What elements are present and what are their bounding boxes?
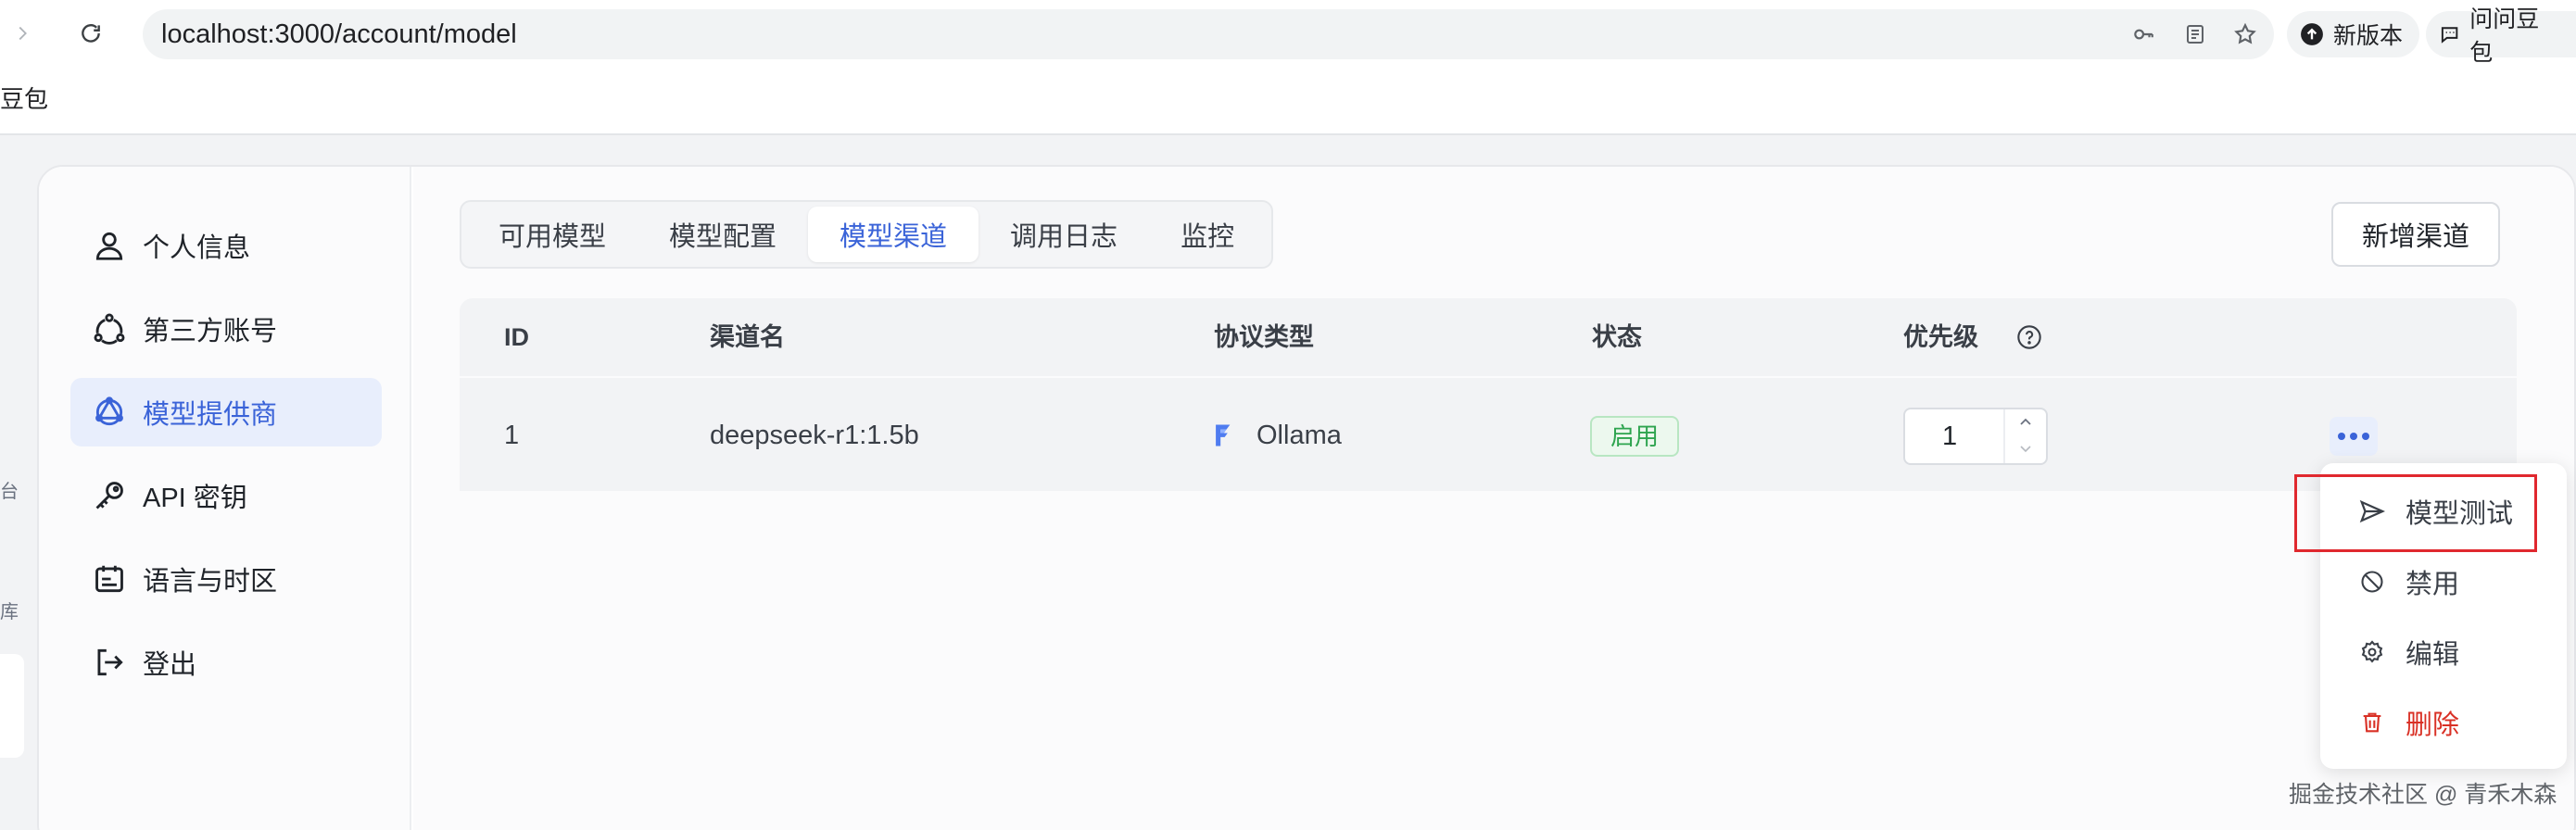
chevron-up-icon[interactable]: [2016, 413, 2035, 432]
tab-model-channels[interactable]: 模型渠道: [808, 207, 979, 262]
calendar-icon: [91, 560, 128, 597]
edge-card-fragment: [0, 654, 24, 758]
sidebar-item-api-key[interactable]: API 密钥: [70, 461, 382, 530]
sidebar-item-label: 模型提供商: [143, 400, 278, 430]
sidebar-item-model-provider[interactable]: 模型提供商: [70, 378, 382, 446]
tab-model-config[interactable]: 模型配置: [638, 207, 808, 262]
column-header-id: ID: [504, 323, 529, 351]
menu-item-delete[interactable]: 删除: [2357, 695, 2459, 750]
menu-item-label: 编辑: [2406, 640, 2460, 670]
browser-toolbar: localhost:3000/account/model 新版本 问问豆包: [0, 0, 2576, 70]
table-row: 1 deepseek-r1:1.5b Ollama 启用 1: [460, 376, 2517, 491]
sidebar-item-logout[interactable]: 登出: [70, 628, 382, 697]
ask-doubao-button[interactable]: 问问豆包: [2426, 6, 2576, 66]
status-badge: 启用: [1590, 416, 1680, 457]
reload-icon[interactable]: [70, 13, 111, 54]
sidebar-item-label: 语言与时区: [143, 567, 278, 597]
annotation-highlight-box: [2294, 474, 2537, 552]
chat-bubble-icon: [2441, 27, 2458, 44]
sidebar-item-language-timezone[interactable]: 语言与时区: [70, 545, 382, 613]
tab-monitoring[interactable]: 监控: [1149, 207, 1266, 262]
main-content: 可用模型 模型配置 模型渠道 调用日志 监控 新增渠道 ID 渠道名 协议类型 …: [413, 167, 2574, 830]
tab-available-models[interactable]: 可用模型: [467, 207, 638, 262]
sidebar-item-profile[interactable]: 个人信息: [70, 211, 382, 280]
column-header-status: 状态: [1592, 323, 1642, 351]
reader-mode-icon[interactable]: [2181, 20, 2209, 48]
more-actions-button[interactable]: [2330, 417, 2378, 456]
cell-protocol: Ollama: [1256, 421, 1342, 450]
trash-icon: [2357, 708, 2387, 737]
edge-text-fragment: 台: [0, 482, 19, 502]
ollama-icon: [1212, 422, 1236, 453]
cell-id: 1: [504, 421, 520, 450]
help-circle-icon[interactable]: [2016, 324, 2042, 355]
new-version-label: 新版本: [2333, 23, 2404, 49]
add-channel-button[interactable]: 新增渠道: [2331, 202, 2500, 267]
new-version-button[interactable]: 新版本: [2287, 11, 2420, 57]
tab-call-logs[interactable]: 调用日志: [979, 207, 1149, 262]
priority-stepper[interactable]: 1: [1903, 408, 2048, 465]
account-settings-panel: 个人信息 第三方账号 模型提供商 API 密钥 语言与时区 登出 可用模型 模型…: [37, 165, 2576, 830]
url-text: localhost:3000/account/model: [161, 19, 517, 49]
watermark-text: 掘金技术社区 @ 青禾木森: [2289, 782, 2557, 808]
star-bookmark-icon[interactable]: [2231, 20, 2259, 48]
tab-bar: 可用模型 模型配置 模型渠道 调用日志 监控: [460, 200, 1274, 269]
menu-item-label: 禁用: [2406, 570, 2460, 599]
chevron-down-icon[interactable]: [2016, 439, 2035, 458]
key-icon: [91, 477, 128, 514]
ask-doubao-label: 问问豆包: [2469, 6, 2540, 66]
user-icon: [91, 227, 128, 264]
sidebar-item-label: 登出: [143, 650, 197, 680]
more-dots-icon: [2338, 433, 2345, 440]
sidebar-item-label: API 密钥: [143, 484, 247, 513]
table-header: ID 渠道名 协议类型 状态 优先级: [460, 298, 2517, 376]
menu-item-label: 删除: [2406, 711, 2460, 740]
channels-table: ID 渠道名 协议类型 状态 优先级 1 deepseek-r1:1.5b Ol…: [460, 298, 2517, 491]
sidebar-item-label: 第三方账号: [143, 317, 278, 346]
cell-channel-name: deepseek-r1:1.5b: [710, 421, 919, 450]
forward-icon[interactable]: [2, 13, 43, 54]
column-header-name: 渠道名: [710, 323, 785, 351]
gear-icon: [2357, 637, 2387, 667]
menu-item-edit[interactable]: 编辑: [2357, 624, 2459, 680]
address-bar[interactable]: localhost:3000/account/model: [143, 9, 2274, 59]
password-key-icon[interactable]: [2129, 20, 2157, 48]
priority-value: 1: [1942, 421, 1958, 451]
linked-accounts-icon: [91, 310, 128, 347]
sidebar-item-third-party[interactable]: 第三方账号: [70, 295, 382, 363]
upgrade-arrow-icon: [2301, 23, 2323, 45]
column-header-protocol: 协议类型: [1214, 323, 1314, 351]
stepper-controls: [2003, 409, 2046, 463]
model-provider-icon: [91, 394, 128, 431]
bookmark-bar: 豆包: [0, 70, 2576, 135]
sidebar: 个人信息 第三方账号 模型提供商 API 密钥 语言与时区 登出: [39, 167, 411, 830]
bookmark-item[interactable]: 豆包: [0, 70, 48, 128]
logout-icon: [91, 644, 128, 681]
sidebar-item-label: 个人信息: [143, 233, 251, 263]
edge-text-fragment: 库: [0, 602, 19, 622]
column-header-priority: 优先级: [1903, 323, 1978, 351]
menu-item-disable[interactable]: 禁用: [2357, 554, 2459, 610]
ban-icon: [2357, 567, 2387, 597]
